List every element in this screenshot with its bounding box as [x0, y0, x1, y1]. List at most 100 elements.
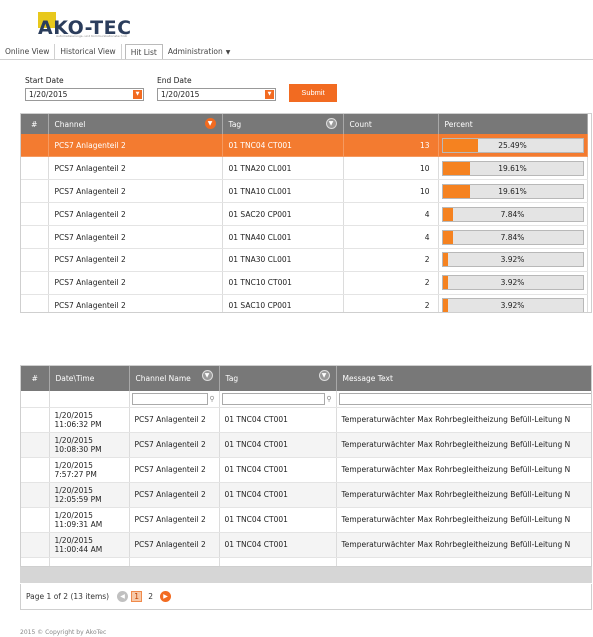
- filter-icon[interactable]: ⚲: [208, 395, 217, 403]
- dropdown-arrow-icon[interactable]: ▼: [133, 90, 142, 99]
- row-number: [21, 271, 49, 295]
- percent-label: 7.84%: [500, 209, 525, 219]
- percent-bar: 19.61%: [441, 160, 584, 176]
- row-number: [21, 225, 49, 249]
- header-channel[interactable]: Channel ▼: [48, 114, 223, 134]
- page-1-button[interactable]: 1: [131, 591, 143, 602]
- row-count: 13: [343, 134, 439, 158]
- row-number: [21, 532, 50, 558]
- table-row[interactable]: 1/20/2015 10:08:30 PM PCS7 Anlagenteil 2 01…: [21, 432, 591, 458]
- percent-label: 19.61%: [498, 186, 527, 196]
- row-date: 1/20/2015: [54, 485, 93, 495]
- row-number: [21, 482, 50, 508]
- row-channel: PCS7 Anlagenteil 2: [129, 457, 220, 483]
- row-tag: 01 TNA20 CL001: [222, 156, 344, 181]
- row-number: [21, 557, 50, 566]
- message-filter-input[interactable]: [338, 392, 591, 405]
- page-2-button[interactable]: 2: [145, 591, 156, 602]
- row-time: 11:00:44 AM: [54, 544, 103, 554]
- submit-button[interactable]: Submit: [289, 84, 337, 102]
- row-message: Temperaturwächter Max Rohrbegleitheizung…: [336, 507, 591, 533]
- table-row[interactable]: 1/20/2015 11:09:31 AM PCS7 Anlagenteil 2 01…: [21, 507, 591, 533]
- row-tag: 01 TNC04 CT001: [219, 407, 337, 433]
- table-row[interactable]: 1/20/2015PCS7 Anlagenteil 201 TNC04 CT00…: [21, 557, 591, 566]
- channel-filter-input[interactable]: [131, 392, 208, 405]
- row-datetime: 1/20/2015 10:08:30 PM: [49, 432, 130, 458]
- row-time: 12:05:59 PM: [54, 494, 102, 504]
- row-channel: PCS7 Anlagenteil 2: [129, 432, 220, 458]
- row-message: Temperaturwächter Max Rohrbegleitheizung…: [336, 407, 591, 433]
- chevron-down-icon[interactable]: ▼: [325, 118, 337, 129]
- row-message: Temperaturwächter Max Rohrbegleitheizung…: [336, 532, 591, 558]
- message-grid: # Date\Time Channel Name ▼ Tag ▼ Message T…: [20, 365, 592, 567]
- table-row[interactable]: 1/20/2015 7:57:27 PM PCS7 Anlagenteil 2 01 …: [21, 457, 591, 483]
- row-date: 1/20/2015: [54, 410, 93, 420]
- table-row[interactable]: PCS7 Anlagenteil 2 01 TNC04 CT001 13 25.49%: [21, 134, 588, 158]
- row-percent: 3.92%: [438, 248, 588, 272]
- header-channel-label: Channel: [54, 119, 86, 129]
- tab-online-view[interactable]: Online View: [0, 44, 56, 59]
- start-date-field[interactable]: 1/20/2015 ▼: [25, 88, 144, 101]
- row-tag: 01 SAC10 CP001: [222, 294, 344, 312]
- chevron-down-icon[interactable]: ▼: [318, 370, 330, 381]
- row-number: [21, 248, 49, 272]
- row-channel: PCS7 Anlagenteil 2: [48, 202, 223, 227]
- row-datetime: 1/20/2015 12:05:59 PM: [49, 482, 130, 508]
- row-time: 11:09:31 AM: [54, 519, 103, 529]
- row-channel: PCS7 Anlagenteil 2: [48, 225, 223, 249]
- header-tag[interactable]: Tag ▼: [219, 366, 337, 391]
- chevron-down-icon[interactable]: ▼: [201, 370, 213, 381]
- tab-historical-view[interactable]: Historical View: [55, 44, 122, 59]
- row-channel: PCS7 Anlagenteil 2: [48, 294, 223, 312]
- row-tag: 01 TNC04 CT001: [219, 532, 337, 558]
- table-row[interactable]: PCS7 Anlagenteil 2 01 SAC10 CP001 2 3.92%: [21, 294, 588, 312]
- percent-label: 3.92%: [500, 278, 525, 288]
- header-datetime[interactable]: Date\Time: [49, 366, 130, 391]
- header-message-text[interactable]: Message Text: [336, 366, 591, 391]
- horizontal-scrollbar[interactable]: [20, 567, 592, 583]
- row-channel: PCS7 Anlagenteil 2: [129, 507, 220, 533]
- percent-label: 25.49%: [498, 140, 527, 150]
- percent-label: 19.61%: [498, 163, 527, 173]
- arrow-right-icon[interactable]: ▶: [160, 591, 172, 602]
- table-row[interactable]: 1/20/2015 11:06:32 PM PCS7 Anlagenteil 2 01…: [21, 407, 591, 433]
- header-count[interactable]: Count: [343, 114, 439, 134]
- table-row[interactable]: PCS7 Anlagenteil 2 01 TNA40 CL001 4 7.84%: [21, 225, 588, 249]
- row-channel: PCS7 Anlagenteil 2: [129, 532, 220, 558]
- row-channel: PCS7 Anlagenteil 2: [129, 557, 220, 566]
- table-row[interactable]: 1/20/2015 12:05:59 PM PCS7 Anlagenteil 2 01…: [21, 482, 591, 508]
- row-tag: 01 TNA30 CL001: [222, 248, 344, 272]
- main-nav: Online View Historical View Hit List Adm…: [0, 44, 593, 60]
- row-channel: PCS7 Anlagenteil 2: [48, 271, 223, 295]
- row-tag: 01 TNC04 CT001: [222, 134, 344, 158]
- dropdown-arrow-icon[interactable]: ▼: [265, 90, 274, 99]
- row-count: 4: [343, 225, 439, 249]
- chevron-down-icon[interactable]: ▼: [204, 118, 216, 129]
- header-channel-name[interactable]: Channel Name ▼: [129, 366, 220, 391]
- percent-bar: 3.92%: [441, 252, 584, 268]
- end-date-field[interactable]: 1/20/2015 ▼: [157, 88, 276, 101]
- message-header: # Date\Time Channel Name ▼ Tag ▼ Message T…: [21, 366, 591, 391]
- tab-hit-list[interactable]: Hit List: [124, 44, 163, 59]
- hit-list-grid: # Channel ▼ Tag ▼ Count Percent PCS7 Anlag…: [20, 113, 592, 313]
- row-date: 1/20/2015: [54, 510, 93, 520]
- table-row[interactable]: PCS7 Anlagenteil 2 01 SAC20 CP001 4 7.84%: [21, 202, 588, 227]
- row-date: 1/20/2015: [54, 435, 93, 445]
- row-count: 2: [343, 271, 439, 295]
- table-row[interactable]: 1/20/2015 11:00:44 AM PCS7 Anlagenteil 2 01…: [21, 532, 591, 558]
- row-percent: 19.61%: [438, 179, 588, 204]
- table-row[interactable]: PCS7 Anlagenteil 2 01 TNA10 CL001 10 19.61%: [21, 179, 588, 204]
- row-number: [21, 202, 49, 227]
- row-channel: PCS7 Anlagenteil 2: [48, 179, 223, 204]
- filter-icon[interactable]: ⚲: [325, 395, 334, 403]
- tab-administration[interactable]: Administration ▼: [163, 44, 236, 59]
- header-tag[interactable]: Tag ▼: [222, 114, 344, 134]
- tag-filter-input[interactable]: [221, 392, 325, 405]
- percent-bar: 7.84%: [441, 229, 584, 245]
- table-row[interactable]: PCS7 Anlagenteil 2 01 TNA30 CL001 2 3.92%: [21, 248, 588, 272]
- table-row[interactable]: PCS7 Anlagenteil 2 01 TNC10 CT001 2 3.92%: [21, 271, 588, 295]
- table-row[interactable]: PCS7 Anlagenteil 2 01 TNA20 CL001 10 19.61%: [21, 156, 588, 181]
- header-percent[interactable]: Percent: [438, 114, 588, 134]
- arrow-left-icon[interactable]: ◀: [117, 591, 129, 602]
- start-date-label: Start Date: [25, 76, 64, 85]
